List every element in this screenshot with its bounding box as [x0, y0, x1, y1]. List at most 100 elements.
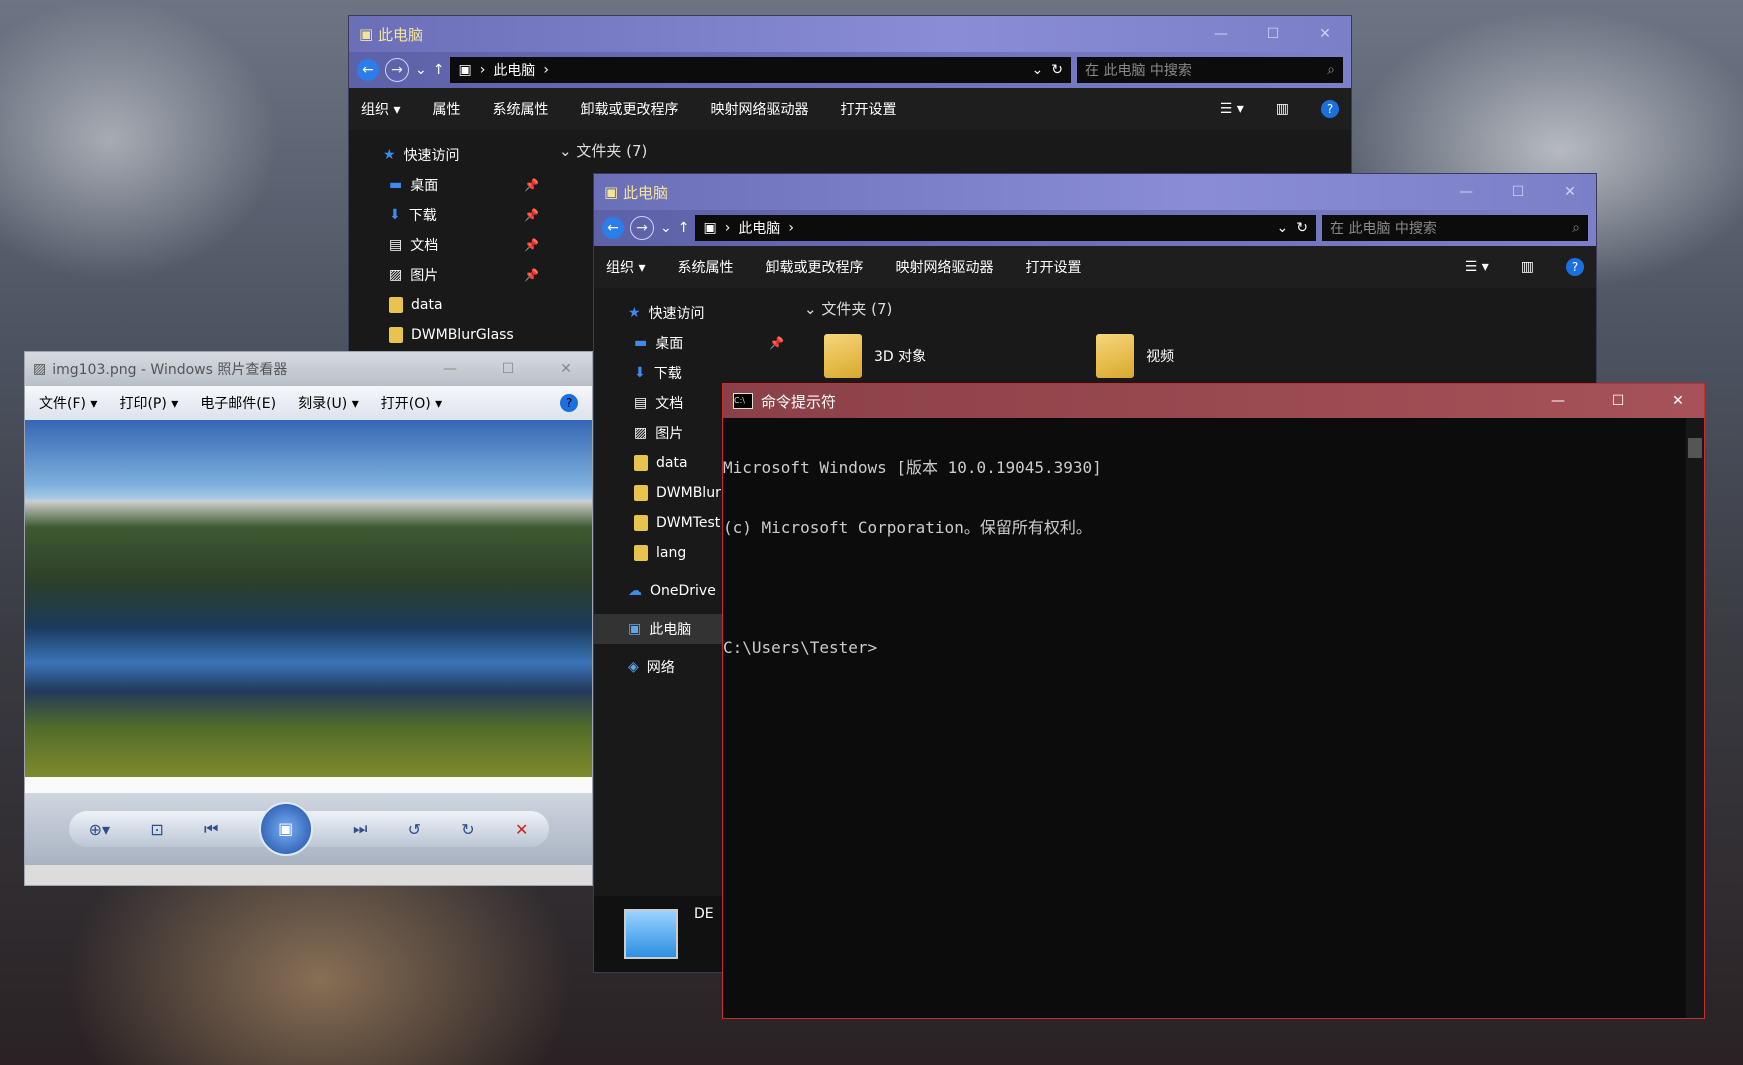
previous-icon[interactable]: ⏮ — [204, 819, 218, 839]
pin-icon: 📌 — [769, 336, 784, 350]
close-button[interactable]: ✕ — [1299, 26, 1351, 42]
ribbon-map-drive[interactable]: 映射网络驱动器 — [710, 99, 808, 119]
address-bar[interactable]: ▣ › 此电脑 › ⌄ ↻ — [695, 215, 1316, 241]
menu-open[interactable]: 打开(O) ▾ — [381, 393, 442, 413]
ribbon-uninstall[interactable]: 卸载或更改程序 — [580, 99, 678, 119]
computer-icon: ▣ — [604, 183, 619, 201]
sidebar-item-data[interactable]: data — [349, 290, 549, 320]
breadcrumb[interactable]: 此电脑 — [493, 60, 535, 80]
minimize-button[interactable]: — — [424, 361, 476, 377]
chevron-down-icon[interactable]: ⌄ — [1277, 220, 1289, 236]
view-options-icon[interactable]: ☰ ▾ — [1465, 259, 1489, 275]
minimize-button[interactable]: — — [1440, 184, 1492, 200]
search-icon[interactable]: ⌕ — [1572, 220, 1580, 236]
close-button[interactable]: ✕ — [540, 361, 592, 377]
forward-button[interactable]: → — [385, 58, 409, 82]
console-output[interactable]: Microsoft Windows [版本 10.0.19045.3930] (… — [723, 418, 1704, 1018]
address-bar[interactable]: ▣ › 此电脑 › ⌄ ↻ — [450, 57, 1071, 83]
sidebar-item-downloads[interactable]: ⬇ 下载 📌 — [349, 200, 549, 230]
up-button[interactable]: ↑ — [678, 220, 690, 236]
folder-item-3d-objects[interactable]: 3D 对象 — [824, 334, 926, 378]
ribbon-system-properties[interactable]: 系统属性 — [677, 257, 733, 277]
scrollbar[interactable] — [1686, 418, 1704, 1018]
navigation-pane: ★ 快速访问 ▬ 桌面 📌 ⬇ 下载 📌 ▤ 文档 📌 ▨ 图片 📌 data DWMBlurGl… — [349, 130, 549, 350]
forward-button[interactable]: → — [630, 216, 654, 240]
breadcrumb-chevron-icon: › — [479, 62, 486, 78]
folder-item-videos[interactable]: 视频 — [1096, 334, 1174, 378]
close-button[interactable]: ✕ — [1544, 184, 1596, 200]
maximize-button[interactable]: ☐ — [1247, 26, 1299, 42]
delete-icon[interactable]: ✕ — [515, 820, 528, 839]
computer-icon: ▣ — [458, 62, 472, 78]
menu-print[interactable]: 打印(P) ▾ — [119, 393, 178, 413]
maximize-button[interactable]: ☐ — [1492, 184, 1544, 200]
menu-email[interactable]: 电子邮件(E) — [200, 393, 276, 413]
slideshow-icon[interactable]: ▣ — [258, 802, 313, 856]
photo-viewer-window[interactable]: ▨ img103.png - Windows 照片查看器 — ☐ ✕ 文件(F)… — [24, 351, 593, 886]
back-button[interactable]: ← — [357, 59, 379, 81]
desktop-icon: ▬ — [389, 177, 403, 193]
pin-icon: 📌 — [524, 178, 539, 192]
rotate-left-icon[interactable]: ↺ — [408, 820, 421, 839]
help-icon[interactable]: ? — [1321, 100, 1339, 118]
minimize-button[interactable]: — — [1532, 393, 1584, 409]
ribbon-uninstall[interactable]: 卸载或更改程序 — [765, 257, 863, 277]
search-input[interactable]: 在 此电脑 中搜索 ⌕ — [1322, 215, 1588, 241]
next-icon[interactable]: ⏭ — [353, 819, 367, 839]
navigation-bar: ← → ⌄ ↑ ▣ › 此电脑 › ⌄ ↻ 在 此电脑 中搜索 ⌕ — [349, 52, 1351, 88]
maximize-button[interactable]: ☐ — [1592, 393, 1644, 409]
view-options-icon[interactable]: ☰ ▾ — [1220, 101, 1244, 117]
group-header[interactable]: ⌄ 文件夹 (7) — [804, 298, 1586, 324]
ribbon-system-properties[interactable]: 系统属性 — [492, 99, 548, 119]
ribbon-map-drive[interactable]: 映射网络驱动器 — [895, 257, 993, 277]
menu-burn[interactable]: 刻录(U) ▾ — [298, 393, 359, 413]
up-button[interactable]: ↑ — [433, 62, 445, 78]
sidebar-item-pictures[interactable]: ▨ 图片 📌 — [349, 260, 549, 290]
preview-pane-icon[interactable]: ▥ — [1521, 259, 1534, 275]
title-bar[interactable]: C:\ 命令提示符 — ☐ ✕ — [723, 384, 1704, 418]
refresh-icon[interactable]: ↻ — [1296, 220, 1308, 236]
title-bar[interactable]: ▨ img103.png - Windows 照片查看器 — ☐ ✕ — [25, 352, 592, 386]
actual-size-icon[interactable]: ⊡ — [150, 820, 163, 839]
menu-file[interactable]: 文件(F) ▾ — [39, 393, 97, 413]
maximize-button[interactable]: ☐ — [482, 361, 534, 377]
refresh-icon[interactable]: ↻ — [1051, 62, 1063, 78]
console-line: (c) Microsoft Corporation。保留所有权利。 — [723, 518, 1092, 537]
cmd-window[interactable]: C:\ 命令提示符 — ☐ ✕ Microsoft Windows [版本 10… — [722, 383, 1705, 1019]
help-icon[interactable]: ? — [1566, 258, 1584, 276]
pin-icon: 📌 — [524, 238, 539, 252]
ribbon-open-settings[interactable]: 打开设置 — [840, 99, 896, 119]
rotate-right-icon[interactable]: ↻ — [461, 820, 474, 839]
ribbon-properties[interactable]: 属性 — [432, 99, 460, 119]
search-input[interactable]: 在 此电脑 中搜索 ⌕ — [1077, 57, 1343, 83]
sidebar-item-quick-access[interactable]: ★ 快速访问 — [349, 140, 549, 170]
picture-icon: ▨ — [634, 425, 648, 441]
sidebar-item-quick-access[interactable]: ★ 快速访问 — [594, 298, 794, 328]
window-title: img103.png - Windows 照片查看器 — [52, 362, 288, 378]
title-bar[interactable]: ▣ 此电脑 — ☐ ✕ — [349, 16, 1351, 52]
sidebar-item-desktop[interactable]: ▬ 桌面 📌 — [594, 328, 794, 358]
zoom-icon[interactable]: ⊕▾ — [89, 820, 110, 839]
title-bar[interactable]: ▣ 此电脑 — ☐ ✕ — [594, 174, 1596, 210]
minimize-button[interactable]: — — [1195, 26, 1247, 42]
ribbon-organize[interactable]: 组织 ▾ — [606, 257, 645, 277]
sidebar-item-desktop[interactable]: ▬ 桌面 📌 — [349, 170, 549, 200]
preview-pane-icon[interactable]: ▥ — [1276, 101, 1289, 117]
close-button[interactable]: ✕ — [1652, 393, 1704, 409]
breadcrumb[interactable]: 此电脑 — [738, 218, 780, 238]
help-icon[interactable]: ? — [560, 394, 578, 412]
pin-icon: 📌 — [524, 268, 539, 282]
recent-dropdown-icon[interactable]: ⌄ — [415, 62, 427, 78]
sidebar-item-documents[interactable]: ▤ 文档 📌 — [349, 230, 549, 260]
scrollbar-thumb[interactable] — [1688, 438, 1702, 458]
control-bar: ⊕▾ ⊡ ⏮ ▣ ⏭ ↺ ↻ ✕ — [25, 793, 592, 865]
pin-icon: 📌 — [524, 208, 539, 222]
recent-dropdown-icon[interactable]: ⌄ — [660, 220, 672, 236]
group-header[interactable]: ⌄ 文件夹 (7) — [559, 140, 1341, 166]
ribbon-organize[interactable]: 组织 ▾ — [361, 99, 400, 119]
chevron-down-icon[interactable]: ⌄ — [1032, 62, 1044, 78]
back-button[interactable]: ← — [602, 217, 624, 239]
search-icon[interactable]: ⌕ — [1327, 62, 1335, 78]
ribbon-open-settings[interactable]: 打开设置 — [1025, 257, 1081, 277]
sidebar-item-dwmblurglass[interactable]: DWMBlurGlass — [349, 320, 549, 350]
